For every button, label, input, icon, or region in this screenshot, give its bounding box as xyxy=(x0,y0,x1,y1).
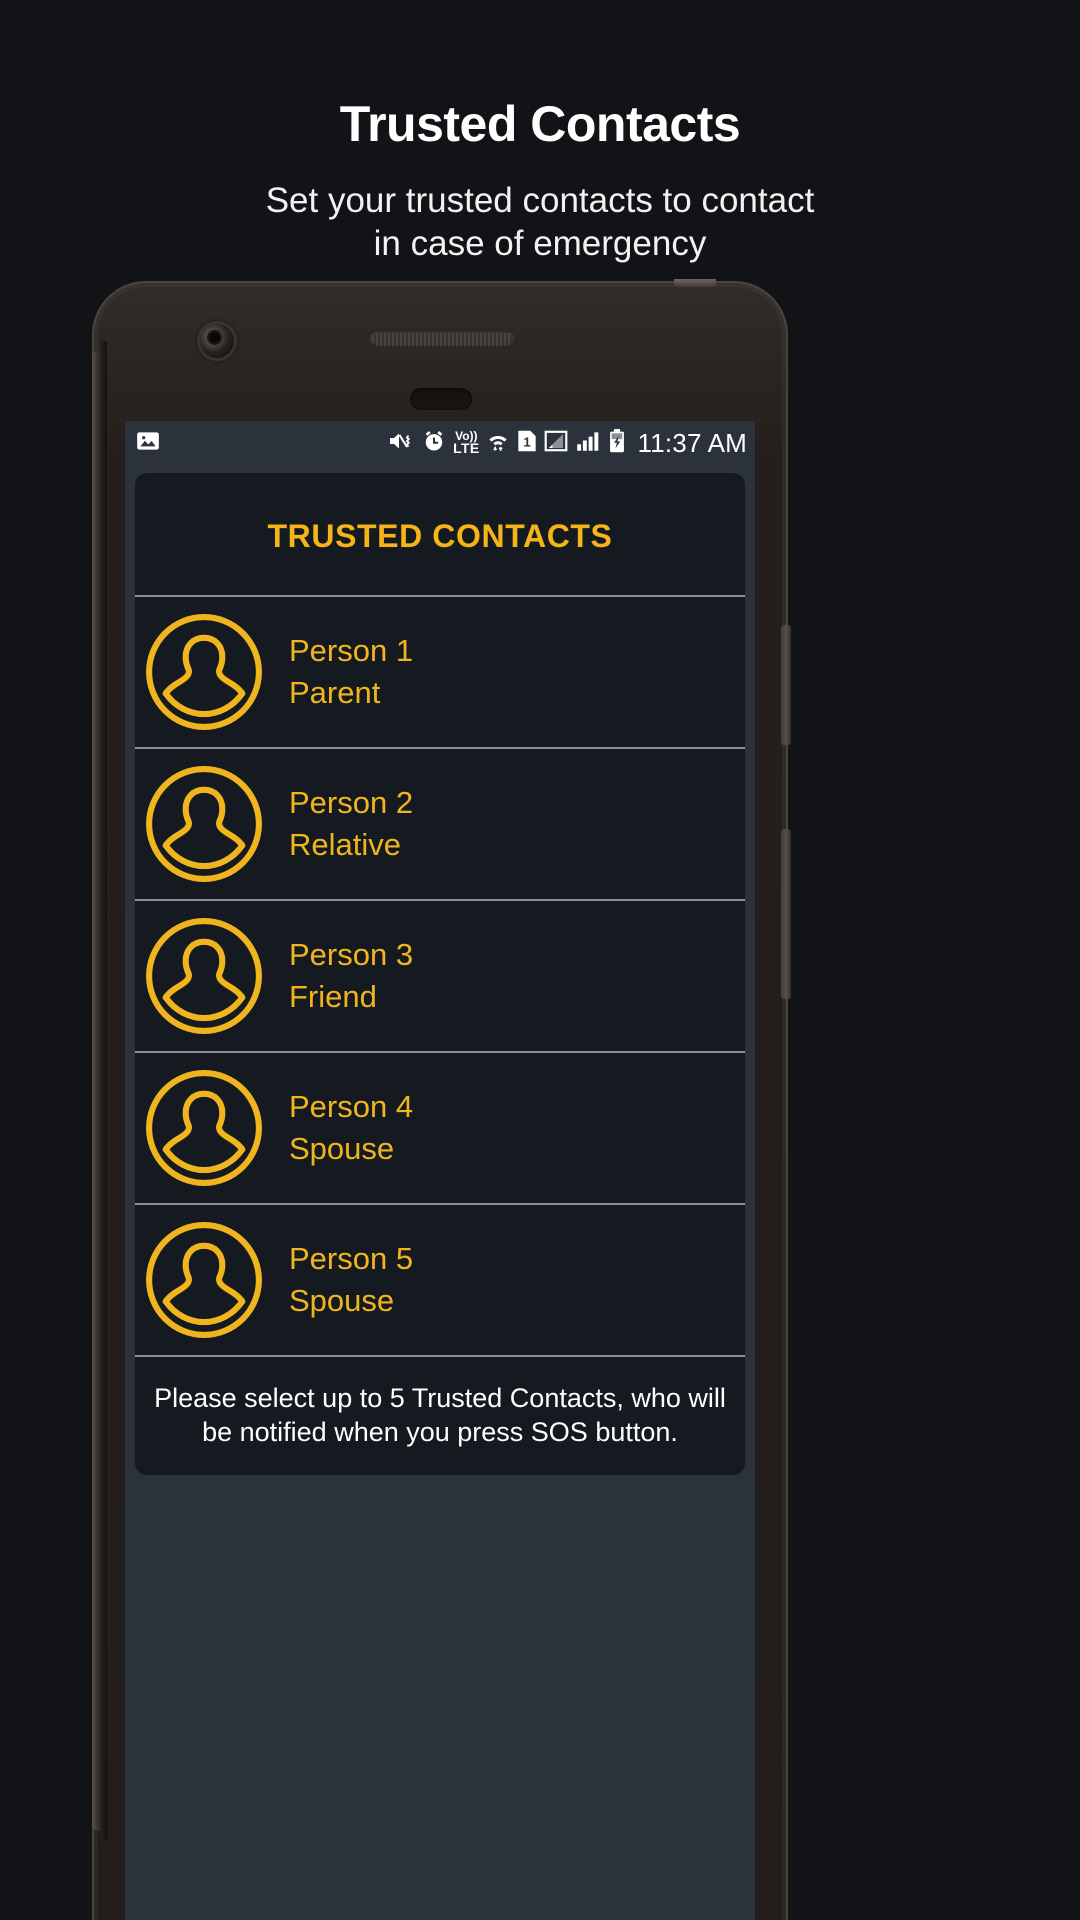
proximity-sensor xyxy=(410,388,472,410)
person-avatar-icon xyxy=(143,611,265,733)
volte-icon: Vo)) LTE xyxy=(453,430,480,457)
mute-vibrate-icon xyxy=(387,428,415,459)
sim-1-icon: 1 xyxy=(517,428,537,459)
contact-relation: Spouse xyxy=(289,1130,395,1166)
contact-relation: Friend xyxy=(289,978,377,1014)
contact-text: Person 2 Relative xyxy=(289,784,414,862)
contact-row[interactable]: Person 1 Parent xyxy=(135,597,745,749)
contact-row[interactable]: Person 2 Relative xyxy=(135,749,745,901)
person-avatar-icon xyxy=(143,915,265,1037)
promo-screenshot: Trusted Contacts Set your trusted contac… xyxy=(0,0,1080,1920)
contact-name: Person 5 xyxy=(289,1240,414,1276)
phone-antenna-band xyxy=(674,279,716,287)
contact-text: Person 4 Spouse xyxy=(289,1088,414,1166)
earpiece-speaker xyxy=(368,331,516,348)
person-avatar-icon xyxy=(143,763,265,885)
phone-left-edge-highlight xyxy=(92,351,101,1831)
power-button[interactable] xyxy=(781,625,791,745)
contact-name: Person 4 xyxy=(289,1088,414,1124)
card-title: TRUSTED CONTACTS xyxy=(135,473,745,597)
volume-button[interactable] xyxy=(781,829,791,999)
status-bar-right: Vo)) LTE 1 11:37 AM xyxy=(387,428,747,459)
contact-name: Person 2 xyxy=(289,784,414,820)
volte-bottom-label: LTE xyxy=(453,440,480,457)
contact-relation: Relative xyxy=(289,826,401,862)
promo-subtitle-line-1: Set your trusted contacts to contact xyxy=(265,180,815,220)
contact-row[interactable]: Person 5 Spouse xyxy=(135,1205,745,1357)
contact-text: Person 3 Friend xyxy=(289,936,414,1014)
person-avatar-icon xyxy=(143,1067,265,1189)
signal-secondary-icon xyxy=(543,428,569,459)
page-title: Trusted Contacts xyxy=(339,96,741,152)
contact-name: Person 3 xyxy=(289,936,414,972)
person-avatar-icon xyxy=(143,1219,265,1341)
app-content: TRUSTED CONTACTS Person 1 Parent Person … xyxy=(125,465,755,1920)
promo-subtitle-line-2: in case of emergency xyxy=(373,223,707,263)
phone-screen: Vo)) LTE 1 11:37 AM TRUSTED CONTACTS Per… xyxy=(125,421,755,1920)
status-bar: Vo)) LTE 1 11:37 AM xyxy=(125,421,755,465)
contact-text: Person 1 Parent xyxy=(289,632,414,710)
contact-row[interactable]: Person 4 Spouse xyxy=(135,1053,745,1205)
front-camera-icon xyxy=(200,324,234,358)
footer-note-line-1: Please select up to 5 Trusted Contacts, … xyxy=(154,1383,726,1413)
contact-relation: Spouse xyxy=(289,1282,395,1318)
wifi-icon xyxy=(485,428,511,459)
svg-text:1: 1 xyxy=(524,434,531,449)
status-bar-left xyxy=(135,428,161,459)
battery-charging-icon xyxy=(607,428,627,459)
contact-text: Person 5 Spouse xyxy=(289,1240,414,1318)
image-icon xyxy=(135,428,161,459)
footer-note-line-2: be notified when you press SOS button. xyxy=(202,1417,678,1448)
contact-name: Person 1 xyxy=(289,632,414,668)
status-bar-clock: 11:37 AM xyxy=(637,427,747,458)
promo-header: Trusted Contacts Set your trusted contac… xyxy=(0,0,1080,265)
phone-mockup: Vo)) LTE 1 11:37 AM TRUSTED CONTACTS Per… xyxy=(92,279,791,1920)
signal-bars-icon xyxy=(575,428,601,459)
contact-relation: Parent xyxy=(289,674,381,710)
footer-note: Please select up to 5 Trusted Contacts, … xyxy=(135,1357,745,1475)
contact-row[interactable]: Person 3 Friend xyxy=(135,901,745,1053)
alarm-icon xyxy=(421,428,447,459)
phone-left-edge-shadow xyxy=(101,341,107,1841)
trusted-contacts-card: TRUSTED CONTACTS Person 1 Parent Person … xyxy=(135,473,745,1476)
promo-subtitle: Set your trusted contacts to contact in … xyxy=(0,179,1080,266)
